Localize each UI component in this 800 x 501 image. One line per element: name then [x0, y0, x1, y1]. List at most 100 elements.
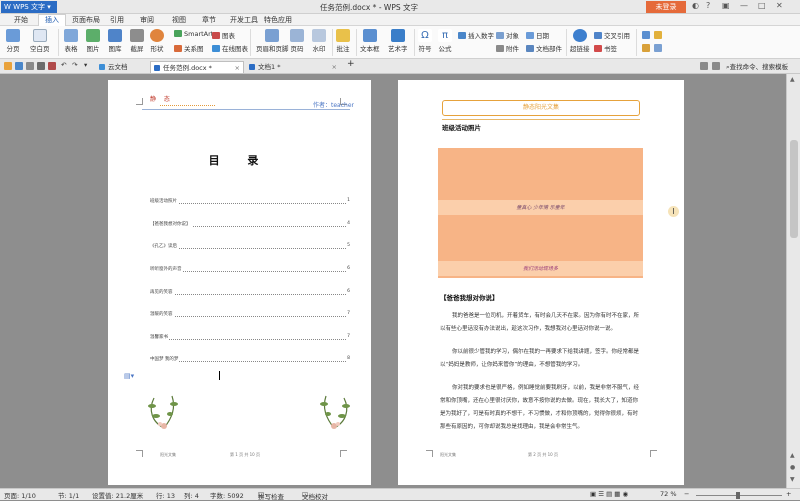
header-footer-button[interactable]: 页眉和页脚 [256, 29, 289, 53]
cloud-icon [99, 64, 105, 70]
menu-developer[interactable]: 开发工具 [230, 15, 258, 25]
extra-tool-icon[interactable] [654, 44, 662, 52]
class-activity-photo[interactable]: 童真心 少年情 乐童年 我们活动现场多 [438, 148, 643, 278]
help-icon[interactable]: ? [706, 1, 710, 10]
toc-entry[interactable]: 《孔乙》读后 5 [150, 243, 350, 251]
object-button[interactable]: 对象 [496, 30, 519, 40]
zoom-out-icon[interactable]: − [684, 490, 689, 498]
toc-entry[interactable]: 温馨家书 7 [150, 334, 350, 342]
watermark-button[interactable]: 水印 [312, 29, 326, 53]
table-button[interactable]: 表格 [64, 29, 78, 53]
separator [414, 29, 415, 56]
pdf-icon[interactable] [48, 62, 56, 70]
page-content[interactable]: 静态阳光文集 班级活动照片 童真心 少年情 乐童年 我们活动现场多 【爸爸我想对… [398, 80, 684, 485]
restore-icon[interactable]: ▣ [722, 1, 730, 10]
toc-entry[interactable]: 【爸爸我想对你说】 4 [150, 221, 350, 229]
customize-icon[interactable]: ▾ [84, 61, 87, 69]
zoom-slider-knob[interactable] [736, 492, 740, 499]
extra-tool-icon[interactable] [654, 31, 662, 39]
gallery-button[interactable]: 图库 [108, 29, 122, 53]
paragraph-options-icon[interactable]: ▤▾ [124, 372, 134, 380]
doc-parts-button[interactable]: 文档部件 [526, 43, 562, 53]
menu-chapter[interactable]: 章节 [202, 15, 216, 25]
toc-entry[interactable]: 班级活动照片 1 [150, 198, 350, 206]
scroll-up-icon[interactable]: ▲ [790, 76, 795, 83]
menu-references[interactable]: 引用 [110, 15, 124, 25]
cross-reference-button[interactable]: 交叉引用 [594, 30, 630, 40]
online-chart-icon [212, 45, 220, 52]
screenshot-button[interactable]: 截屏 [130, 29, 144, 53]
redo-icon[interactable]: ↷ [72, 61, 77, 69]
view-mode-icon[interactable]: ▣ ☰ ▤ ▦ ◉ [590, 490, 628, 498]
page-break-button[interactable]: 分页 [6, 29, 20, 53]
prev-page-icon[interactable]: ▲ [790, 452, 795, 459]
menu-home[interactable]: 开始 [14, 15, 28, 25]
search-commands[interactable]: ⌕查找命令、搜索模板 [726, 61, 788, 72]
open-icon[interactable] [4, 62, 12, 70]
menu-view[interactable]: 视图 [172, 15, 186, 25]
toc-entry[interactable]: 听听窗外的声音 6 [150, 266, 350, 274]
close-tab-icon[interactable]: × [235, 62, 240, 74]
zoom-in-icon[interactable]: + [786, 490, 791, 498]
shape-button[interactable]: 形状 [150, 29, 164, 53]
status-section: 节: 1/1 [58, 492, 80, 500]
tab-document1[interactable]: 文档1 * × [246, 61, 340, 73]
relation-chart-button[interactable]: 关系图 [174, 43, 204, 53]
maximize-button[interactable]: □ [758, 1, 766, 10]
login-button[interactable]: 未登录 [646, 1, 686, 13]
symbol-button[interactable]: Ω 符号 [418, 29, 432, 53]
label: 交叉引用 [604, 32, 630, 40]
bookmark-button[interactable]: 书签 [594, 43, 617, 53]
vertical-scrollbar[interactable]: ▲ ▲ ● ▼ [786, 74, 800, 488]
page-number-button[interactable]: 页码 [290, 29, 304, 53]
menu-special[interactable]: 特色应用 [264, 15, 292, 25]
zoom-level[interactable]: 72 % [660, 490, 677, 498]
attachment-button[interactable]: 附件 [496, 43, 519, 53]
textbox-button[interactable]: 文本框 [360, 29, 380, 53]
status-word-count[interactable]: 字数: 5092 [210, 490, 244, 500]
new-tab-button[interactable]: + [347, 59, 355, 69]
preview-icon[interactable] [37, 62, 45, 70]
extra-tool-icon[interactable] [642, 31, 650, 39]
blank-page-button[interactable]: 空白页 [30, 29, 50, 53]
tab-cloud-docs[interactable]: 云文档 [96, 61, 148, 73]
menu-page-layout[interactable]: 页面布局 [72, 15, 100, 25]
next-page-icon[interactable]: ▼ [790, 476, 795, 483]
label: 图片 [86, 45, 100, 53]
comment-button[interactable]: 批注 [336, 29, 350, 53]
tab-task-example[interactable]: 任务范例.docx * × [150, 61, 244, 73]
formula-button[interactable]: π 公式 [438, 29, 452, 53]
undo-icon[interactable]: ↶ [61, 61, 66, 69]
relation-icon [174, 45, 182, 52]
insert-number-button[interactable]: 插入数字 [458, 30, 494, 40]
save-icon[interactable] [15, 62, 23, 70]
toc-entry[interactable]: 温暖的笑容 7 [150, 311, 350, 319]
leader-dots [150, 316, 346, 317]
toc-entry[interactable]: 再见的笑容 6 [150, 289, 350, 297]
print-icon[interactable] [26, 62, 34, 70]
app-menu-button[interactable]: W WPS 文字 ▾ [1, 1, 57, 13]
hyperlink-button[interactable]: 超链接 [570, 29, 590, 53]
status-page[interactable]: 页面: 1/10 [4, 490, 36, 500]
toolbar-icon[interactable] [700, 62, 708, 70]
scroll-thumb[interactable] [790, 140, 798, 238]
extra-tool-icon[interactable] [642, 44, 650, 52]
wordart-button[interactable]: 艺术字 [388, 29, 408, 53]
close-tab-icon[interactable]: × [332, 61, 337, 73]
toc-entry[interactable]: 中国梦 我的梦 8 [150, 356, 350, 364]
menu-review[interactable]: 审阅 [140, 15, 154, 25]
skin-icon[interactable]: ◐ [692, 1, 699, 10]
picture-button[interactable]: 图片 [86, 29, 100, 53]
toc-entry-title: 温馨家书 [150, 334, 169, 340]
toolbar-icon[interactable] [712, 62, 720, 70]
label: 表格 [64, 45, 78, 53]
close-button[interactable]: ✕ [776, 1, 783, 10]
date-button[interactable]: 日期 [526, 30, 549, 40]
chart-button[interactable]: 图表 [212, 30, 235, 40]
page-toc[interactable]: 静 态 作者：teacher 目 录 班级活动照片 1 【爸爸我想对你说】 4 《孔… [108, 80, 371, 485]
smartart-button[interactable]: SmartArt [174, 30, 213, 38]
minimize-button[interactable]: — [740, 1, 748, 10]
menu-insert[interactable]: 插入 [38, 14, 66, 26]
online-chart-button[interactable]: 在线图表 [212, 43, 248, 53]
select-browse-icon[interactable]: ● [790, 464, 795, 471]
